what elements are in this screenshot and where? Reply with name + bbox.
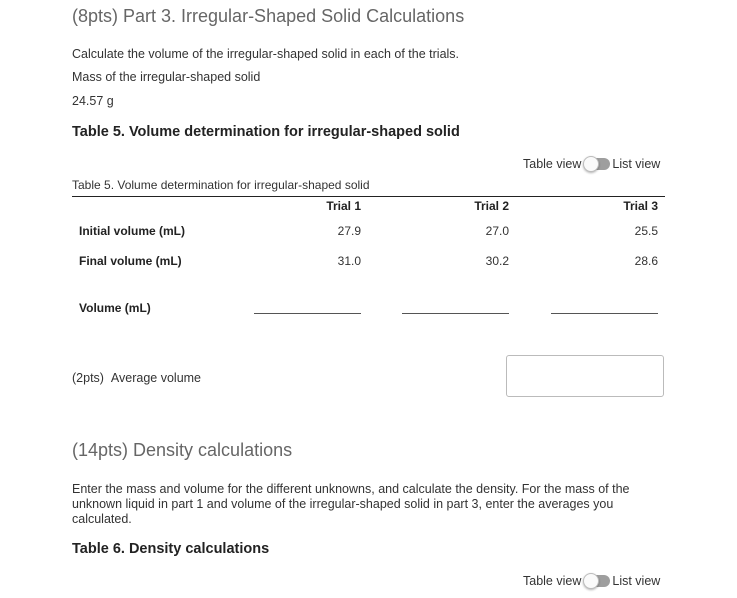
view-switch[interactable] xyxy=(583,156,611,172)
final-volume-trial-3: 28.6 xyxy=(634,254,658,268)
average-volume-input[interactable] xyxy=(506,355,664,397)
table6-heading: Table 6. Density calculations xyxy=(72,541,270,557)
average-label-text: Average volume xyxy=(110,371,202,385)
final-volume-trial-2: 30.2 xyxy=(485,254,509,268)
volume-trial-1-blank[interactable] xyxy=(254,313,361,314)
average-volume-label: (2pts) Average volume xyxy=(72,371,201,385)
initial-volume-trial-3: 25.5 xyxy=(634,224,658,238)
table5-view-toggle[interactable]: Table view List view xyxy=(523,156,660,172)
part3-heading: (8pts) Part 3. Irregular-Shaped Solid Ca… xyxy=(72,6,465,26)
table5-top-rule xyxy=(72,196,665,197)
row-label-initial-volume: Initial volume (mL) xyxy=(79,224,186,238)
switch-knob[interactable] xyxy=(583,156,600,172)
final-volume-trial-1: 31.0 xyxy=(337,254,361,268)
mass-value: 24.57 g xyxy=(72,94,114,108)
col-header-trial-3: Trial 3 xyxy=(623,199,658,213)
density-heading: (14pts) Density calculations xyxy=(72,440,293,460)
view-switch[interactable] xyxy=(583,573,611,589)
volume-trial-3-blank[interactable] xyxy=(551,313,658,314)
col-header-trial-1: Trial 1 xyxy=(326,199,361,213)
mass-label: Mass of the irregular-shaped solid xyxy=(72,70,261,84)
row-label-volume: Volume (mL) xyxy=(79,301,151,315)
volume-trial-2-blank[interactable] xyxy=(402,313,509,314)
density-instruction-line-2: unknown liquid in part 1 and volume of t… xyxy=(72,497,614,511)
initial-volume-trial-1: 27.9 xyxy=(337,224,361,238)
table5-caption: Table 5. Volume determination for irregu… xyxy=(72,178,370,192)
density-instruction-line-3: calculated. xyxy=(72,512,132,526)
density-instruction-line-1: Enter the mass and volume for the differ… xyxy=(72,482,630,496)
initial-volume-trial-2: 27.0 xyxy=(485,224,509,238)
col-header-trial-2: Trial 2 xyxy=(474,199,509,213)
table-view-label[interactable]: Table view xyxy=(523,574,581,588)
switch-knob[interactable] xyxy=(583,573,600,589)
part3-instruction: Calculate the volume of the irregular-sh… xyxy=(72,47,460,61)
average-points: (2pts) xyxy=(72,371,104,385)
row-label-final-volume: Final volume (mL) xyxy=(79,254,182,268)
table5-heading: Table 5. Volume determination for irregu… xyxy=(72,124,460,140)
list-view-label[interactable]: List view xyxy=(612,157,660,171)
list-view-label[interactable]: List view xyxy=(612,574,660,588)
table6-view-toggle[interactable]: Table view List view xyxy=(523,573,660,589)
table-view-label[interactable]: Table view xyxy=(523,157,581,171)
